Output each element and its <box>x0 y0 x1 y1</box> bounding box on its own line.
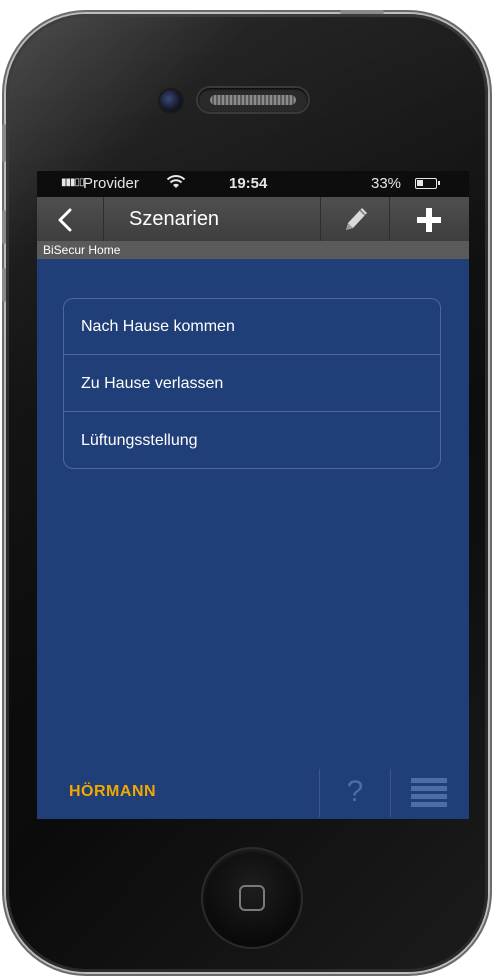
scenario-label: Lüftungsstellung <box>81 432 198 449</box>
add-scenario-button[interactable] <box>390 197 469 241</box>
page-title: Szenarien <box>129 208 220 230</box>
plus-icon <box>417 208 441 232</box>
brand-logo: HÖRMANN <box>69 783 157 800</box>
clock: 19:54 <box>229 175 268 192</box>
pencil-icon <box>346 208 367 230</box>
battery-percentage: 33% <box>371 175 402 192</box>
scenario-label: Nach Hause kommen <box>81 318 235 335</box>
front-camera <box>160 90 182 112</box>
chevron-left-icon <box>58 208 72 232</box>
scenario-list: Nach Hause kommen Zu Hause verlassen Lüf… <box>63 298 441 469</box>
home-name-bar: BiSecur Home <box>37 241 469 259</box>
signal-strength-icon: ▮▮▮▯▯ <box>61 177 84 188</box>
hamburger-menu-icon <box>411 778 447 807</box>
carrier-name: Provider <box>83 175 139 192</box>
scenario-item-nach-hause-kommen[interactable]: Nach Hause kommen <box>64 299 440 355</box>
mute-switch <box>2 124 6 162</box>
scenario-item-lueftungsstellung[interactable]: Lüftungsstellung <box>64 413 440 468</box>
navigation-bar: Szenarien <box>37 197 469 241</box>
home-name: BiSecur Home <box>43 243 121 257</box>
volume-down-button <box>2 268 6 302</box>
app-screen: ▮▮▮▯▯ Provider 19:54 33% Szenarien BiSec… <box>37 171 469 819</box>
footer-bar: HÖRMANN ? <box>37 765 469 819</box>
power-button <box>340 10 384 14</box>
volume-up-button <box>2 210 6 244</box>
help-button[interactable]: ? <box>320 765 390 819</box>
menu-button[interactable] <box>391 765 469 819</box>
wifi-icon <box>166 174 186 195</box>
scenario-item-zu-hause-verlassen[interactable]: Zu Hause verlassen <box>64 356 440 412</box>
home-square-icon <box>239 885 265 911</box>
back-button[interactable] <box>37 197 104 241</box>
earpiece-speaker <box>198 88 308 112</box>
status-bar: ▮▮▮▯▯ Provider 19:54 33% <box>37 171 469 197</box>
home-button[interactable] <box>203 849 301 947</box>
battery-icon <box>415 178 440 189</box>
edit-button[interactable] <box>320 197 390 241</box>
scenario-label: Zu Hause verlassen <box>81 375 224 392</box>
